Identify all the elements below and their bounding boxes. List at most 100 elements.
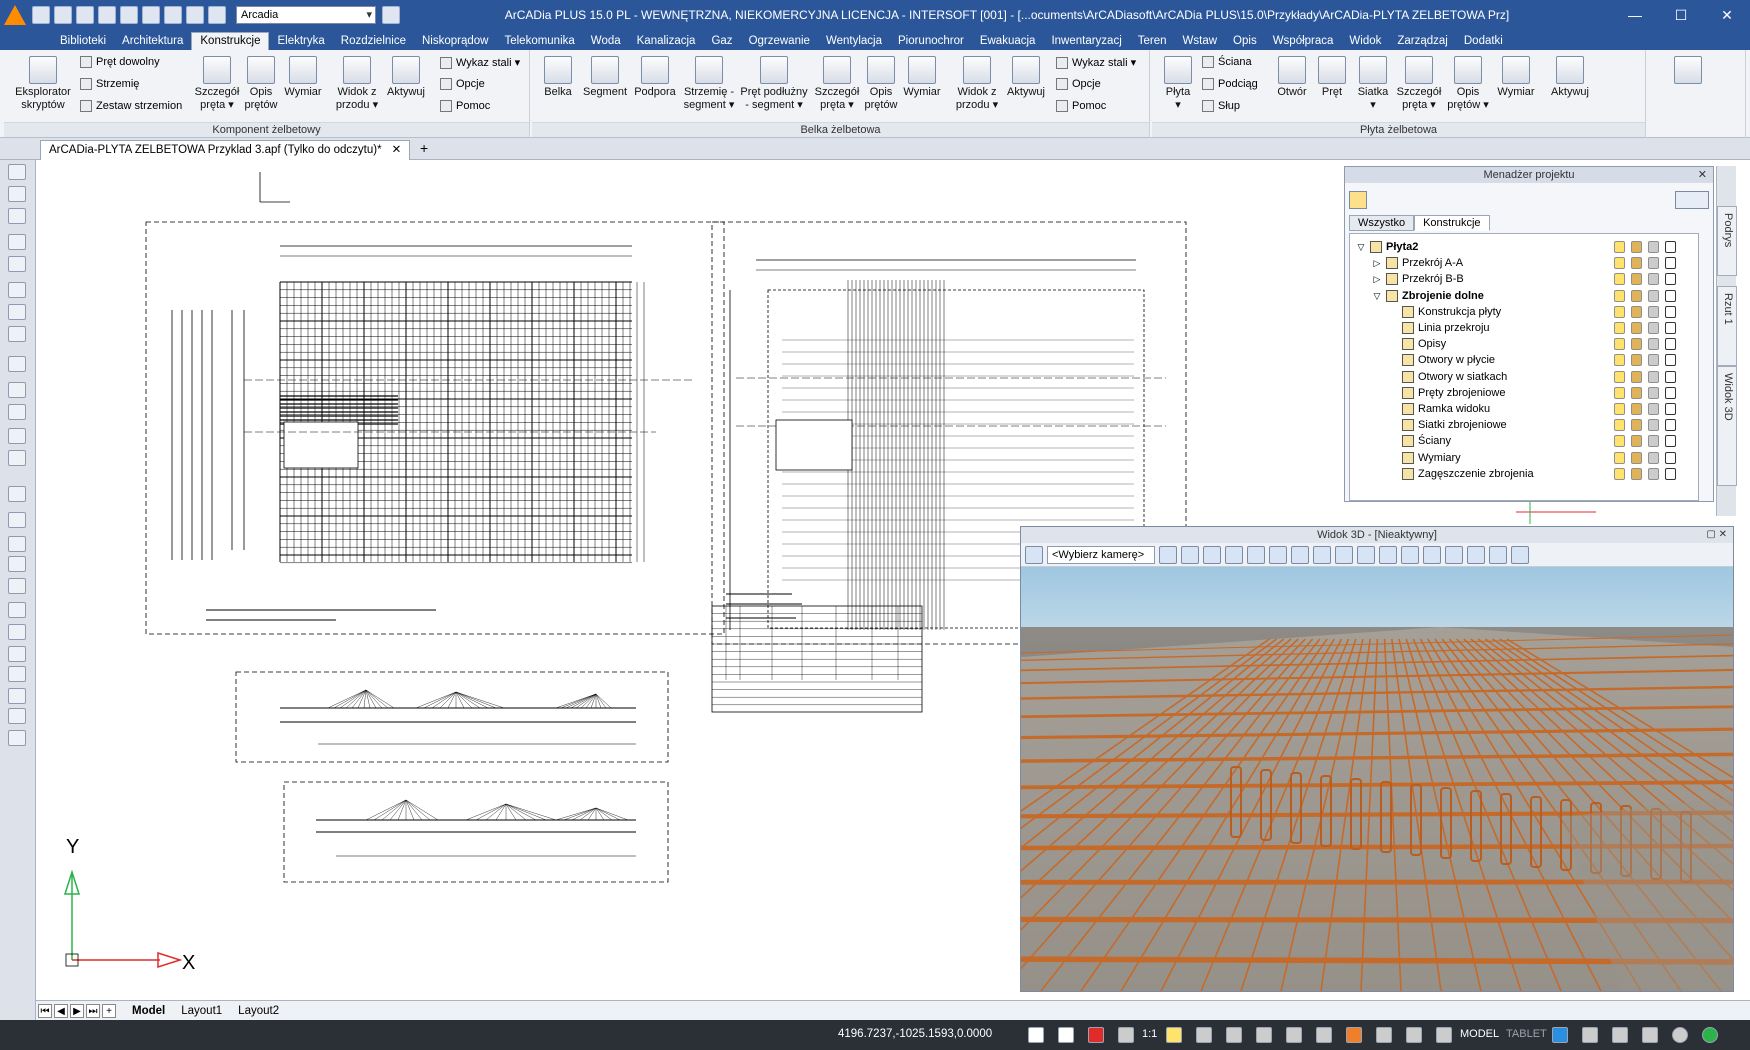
workspace-select[interactable]: Arcadia: [236, 6, 376, 24]
windows-icon[interactable]: [1642, 1027, 1658, 1043]
zoom-extents-icon[interactable]: [8, 404, 26, 420]
lock-icon[interactable]: [1631, 241, 1642, 253]
color-box-icon[interactable]: [1665, 338, 1676, 351]
menu-tab-6[interactable]: Telekomunika: [496, 33, 582, 50]
polygon-icon[interactable]: [8, 666, 26, 682]
open-file-icon[interactable]: [54, 6, 72, 24]
layer-manager-icon[interactable]: [8, 164, 26, 180]
lock-icon[interactable]: [1631, 322, 1642, 334]
info-icon[interactable]: [1672, 1027, 1688, 1043]
free-bar-button[interactable]: Pręt dowolny: [80, 56, 160, 68]
pm-tab-0[interactable]: Wszystko: [1349, 215, 1415, 231]
menu-tab-17[interactable]: Opis: [1225, 33, 1265, 50]
filter-icon[interactable]: [1675, 191, 1709, 209]
hatch-icon[interactable]: [8, 304, 26, 320]
lock-icon[interactable]: [1631, 435, 1642, 448]
rotate-icon[interactable]: [1489, 545, 1507, 564]
person-icon[interactable]: [1582, 1027, 1598, 1043]
text-icon[interactable]: [8, 730, 26, 746]
object-track-icon[interactable]: [1376, 1027, 1392, 1043]
annotation-scale-icon[interactable]: [1166, 1027, 1182, 1043]
zoom-extent-icon[interactable]: [1203, 545, 1221, 564]
ortho-icon[interactable]: [1088, 1027, 1104, 1043]
redo-icon[interactable]: [142, 6, 160, 24]
pm-tab-1[interactable]: Konstrukcje: [1414, 215, 1490, 231]
minimize-button[interactable]: —: [1612, 0, 1658, 30]
scale-readout[interactable]: 1:1: [1142, 1028, 1157, 1040]
menu-tab-15[interactable]: Teren: [1130, 33, 1175, 50]
layer-icon[interactable]: [1648, 403, 1659, 415]
menu-tab-19[interactable]: Widok: [1341, 33, 1389, 50]
menu-tab-9[interactable]: Gaz: [703, 33, 740, 50]
help-button[interactable]: Pomoc: [440, 100, 490, 112]
menu-tab-8[interactable]: Kanalizacja: [629, 33, 704, 50]
zoom-icon[interactable]: [8, 382, 26, 398]
tree-item[interactable]: Zagęszczenie zbrojenia: [1388, 465, 1534, 483]
color-box-icon[interactable]: [1665, 257, 1676, 270]
fly-icon[interactable]: [1291, 545, 1309, 564]
menu-tab-14[interactable]: Inwentaryzacj: [1043, 33, 1129, 50]
camera-add-icon[interactable]: [1025, 545, 1043, 564]
workspace-icon[interactable]: [1196, 1027, 1212, 1043]
layout-tab-0[interactable]: Model: [124, 1005, 173, 1017]
lock-icon[interactable]: [1631, 386, 1642, 399]
rectangle-icon[interactable]: [8, 602, 26, 618]
layer-lock-icon[interactable]: [208, 6, 226, 24]
properties-icon[interactable]: [8, 186, 26, 202]
help-toggle-icon[interactable]: [1058, 1027, 1074, 1043]
layer-icon[interactable]: [1648, 289, 1659, 302]
section-icon[interactable]: [1335, 545, 1353, 564]
line-icon[interactable]: [8, 556, 26, 572]
lock-icon[interactable]: [1631, 338, 1642, 351]
snap-icon[interactable]: [1028, 1027, 1044, 1043]
dim-aligned-icon[interactable]: [8, 536, 26, 552]
layer-icon[interactable]: [1648, 467, 1659, 480]
slab-button[interactable]: Płyta ▾: [1158, 56, 1198, 112]
add-layout-icon[interactable]: +: [102, 1003, 116, 1018]
first-layout-icon[interactable]: ⏮: [38, 1003, 52, 1018]
steel-list-button[interactable]: Wykaz stali ▾: [440, 56, 520, 69]
view-3d-icon[interactable]: [1467, 545, 1485, 564]
sun-icon[interactable]: [1423, 545, 1441, 564]
lock-icon[interactable]: [1631, 273, 1642, 286]
lock-icon[interactable]: [1631, 305, 1642, 318]
close-button[interactable]: ✕: [1704, 0, 1750, 30]
color-box-icon[interactable]: [1665, 273, 1676, 286]
layer-icon[interactable]: [1648, 241, 1659, 253]
layer-icon[interactable]: [1648, 305, 1659, 318]
distance-icon[interactable]: [8, 486, 26, 502]
visibility-icon[interactable]: [1614, 305, 1625, 318]
menu-tab-10[interactable]: Ogrzewanie: [741, 33, 818, 50]
visibility-icon[interactable]: [1614, 435, 1625, 448]
orbit-icon[interactable]: [1225, 545, 1243, 564]
close-view-icon[interactable]: [1511, 545, 1529, 564]
beam-button[interactable]: Belka: [538, 56, 578, 99]
color-box-icon[interactable]: [1665, 435, 1676, 448]
prev-layout-icon[interactable]: ◀: [54, 1003, 68, 1018]
menu-tab-16[interactable]: Wstaw: [1175, 33, 1226, 50]
side-tab-2[interactable]: Widok 3D: [1717, 366, 1737, 486]
last-layout-icon[interactable]: ⏭: [86, 1003, 100, 1018]
menu-tab-4[interactable]: Rozdzielnice: [333, 33, 414, 50]
layer-icon[interactable]: [1648, 354, 1659, 367]
menu-tab-11[interactable]: Wentylacja: [818, 33, 890, 50]
layer-icon[interactable]: [1648, 419, 1659, 432]
stirrup-segment-button[interactable]: Strzemię - segment ▾: [678, 56, 740, 112]
menu-tab-21[interactable]: Dodatki: [1456, 33, 1511, 50]
layer-icon[interactable]: [1648, 451, 1659, 464]
object-snap-icon[interactable]: [1346, 1027, 1362, 1043]
pan-icon[interactable]: [1313, 545, 1331, 564]
menu-tab-7[interactable]: Woda: [583, 33, 629, 50]
screen-icon[interactable]: [1612, 1027, 1628, 1043]
slab-dimension-button[interactable]: Wymiar: [1492, 56, 1540, 99]
longitudinal-bar-button[interactable]: Pręt podłużny - segment ▾: [736, 56, 812, 112]
view-3d-scene[interactable]: [1021, 567, 1733, 991]
pan-icon[interactable]: [8, 428, 26, 444]
camera-icon[interactable]: [1357, 545, 1375, 564]
misc-tools-button[interactable]: [1668, 56, 1708, 86]
sun-icon[interactable]: [186, 6, 204, 24]
layer-icon[interactable]: [1648, 273, 1659, 286]
beam-bar-description-button[interactable]: Opis prętów: [860, 56, 902, 112]
lock-icon[interactable]: [1631, 403, 1642, 415]
arc-icon[interactable]: [8, 624, 26, 640]
